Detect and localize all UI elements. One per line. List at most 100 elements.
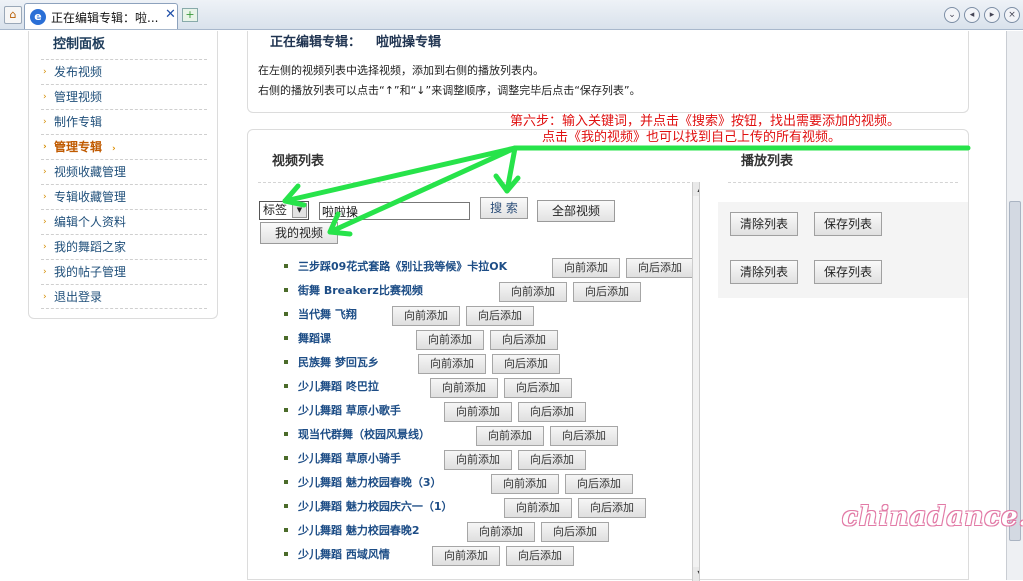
sidebar-item-manage-video[interactable]: › 管理视频 (41, 84, 207, 109)
sidebar-list: › 发布视频 › 管理视频 › 制作专辑 › 管理专辑 › › 视频收藏管理 › 专辑收藏管理… (41, 59, 207, 309)
watermark-logo: chinadance.cn (842, 502, 1023, 532)
save-playlist-button[interactable]: 保存列表 (814, 260, 882, 284)
add-front-button[interactable]: 向前添加 (392, 306, 460, 326)
add-back-button[interactable]: 向后添加 (504, 378, 572, 398)
search-type-select[interactable]: 标签 ▼ (259, 201, 309, 220)
bullet-icon (284, 528, 288, 532)
add-front-button[interactable]: 向前添加 (491, 474, 559, 494)
home-icon[interactable]: ⌂ (4, 6, 22, 24)
clear-playlist-button[interactable]: 清除列表 (730, 212, 798, 236)
bullet-icon (284, 432, 288, 436)
scroll-up-icon[interactable]: ▲ (693, 182, 699, 196)
sidebar-item-label: 专辑收藏管理 (54, 190, 127, 204)
add-front-button[interactable]: 向前添加 (418, 354, 486, 374)
video-list-item: 三步踩09花式套路《别让我等候》卡拉OK 向前添加 向后添加 (284, 258, 699, 280)
ie-icon: e (30, 9, 46, 25)
bullet-arrow-icon: › (43, 217, 47, 227)
chevron-down-icon[interactable]: ⌄ (944, 7, 960, 23)
video-title-link[interactable]: 少儿舞蹈 魅力校园春晚（3） (298, 474, 441, 490)
add-front-button[interactable]: 向前添加 (476, 426, 544, 446)
add-back-button[interactable]: 向后添加 (541, 522, 609, 542)
add-back-button[interactable]: 向后添加 (578, 498, 646, 518)
video-title-link[interactable]: 民族舞 梦回瓦乡 (298, 354, 379, 370)
bullet-arrow-icon: › (43, 67, 47, 77)
add-back-button[interactable]: 向后添加 (565, 474, 633, 494)
sidebar-item-my-dance-home[interactable]: › 我的舞蹈之家 (41, 234, 207, 259)
clear-playlist-button[interactable]: 清除列表 (730, 260, 798, 284)
sidebar-item-edit-profile[interactable]: › 编辑个人资料 (41, 209, 207, 234)
close-icon[interactable]: ✕ (165, 8, 177, 22)
sidebar-item-logout[interactable]: › 退出登录 (41, 284, 207, 309)
video-list-item: 少儿舞蹈 魅力校园春晚（3） 向前添加 向后添加 (284, 474, 699, 496)
video-title-link[interactable]: 街舞 Breakerz比赛视频 (298, 282, 423, 298)
video-title-link[interactable]: 少儿舞蹈 草原小歌手 (298, 402, 401, 418)
add-back-button[interactable]: 向后添加 (492, 354, 560, 374)
add-front-button[interactable]: 向前添加 (444, 402, 512, 422)
video-list-item: 少儿舞蹈 西域风情 向前添加 向后添加 (284, 546, 699, 568)
page-scrollbar[interactable] (1006, 31, 1023, 580)
album-edit-header: 正在编辑专辑： 啦啦操专辑 在左侧的视频列表中选择视频，添加到右侧的播放列表内。… (247, 31, 969, 113)
video-title-link[interactable]: 少儿舞蹈 魅力校园春晚2 (298, 522, 419, 538)
my-videos-button[interactable]: 我的视频 (260, 222, 338, 244)
bullet-icon (284, 456, 288, 460)
add-back-button[interactable]: 向后添加 (573, 282, 641, 302)
add-front-button[interactable]: 向前添加 (467, 522, 535, 542)
video-list-area[interactable]: 标签 ▼ 搜 索 全部视频 我的视频 三步踩09花式套路《别让我等候》卡拉OK 向前… (258, 182, 700, 581)
bullet-arrow-icon: › (43, 292, 47, 302)
forward-icon[interactable]: ▸ (984, 7, 1000, 23)
scrollbar-thumb[interactable] (1009, 201, 1021, 541)
all-videos-button[interactable]: 全部视频 (537, 200, 615, 222)
sidebar-item-publish-video[interactable]: › 发布视频 (41, 59, 207, 84)
close-window-icon[interactable]: × (1004, 7, 1020, 23)
browser-tab[interactable]: e 正在编辑专辑：啦... ✕ (24, 3, 178, 29)
add-front-button[interactable]: 向前添加 (499, 282, 567, 302)
add-front-button[interactable]: 向前添加 (504, 498, 572, 518)
add-back-button[interactable]: 向后添加 (518, 402, 586, 422)
video-title-link[interactable]: 少儿舞蹈 草原小骑手 (298, 450, 401, 466)
sidebar-item-video-favorites[interactable]: › 视频收藏管理 (41, 159, 207, 184)
add-back-button[interactable]: 向后添加 (466, 306, 534, 326)
add-front-button[interactable]: 向前添加 (432, 546, 500, 566)
keyword-input[interactable] (319, 202, 470, 220)
video-list-item: 舞蹈课 向前添加 向后添加 (284, 330, 699, 352)
sidebar-item-my-posts[interactable]: › 我的帖子管理 (41, 259, 207, 284)
sidebar-item-make-album[interactable]: › 制作专辑 (41, 109, 207, 134)
video-list-item: 少儿舞蹈 草原小歌手 向前添加 向后添加 (284, 402, 699, 424)
new-tab-icon[interactable]: + (182, 8, 198, 22)
add-back-button[interactable]: 向后添加 (518, 450, 586, 470)
search-button[interactable]: 搜 索 (480, 197, 528, 219)
sidebar-item-label: 管理视频 (54, 90, 103, 104)
add-front-button[interactable]: 向前添加 (444, 450, 512, 470)
bullet-arrow-icon: › (43, 167, 47, 177)
playlist-title: 播放列表 (741, 154, 794, 169)
add-back-button[interactable]: 向后添加 (506, 546, 574, 566)
video-title-link[interactable]: 少儿舞蹈 咚巴拉 (298, 378, 379, 394)
video-title-link[interactable]: 少儿舞蹈 西域风情 (298, 546, 390, 562)
bullet-arrow-icon: › (43, 142, 47, 152)
back-icon[interactable]: ◂ (964, 7, 980, 23)
add-back-button[interactable]: 向后添加 (490, 330, 558, 350)
chevron-down-icon[interactable]: ▼ (292, 203, 307, 218)
divider (728, 182, 958, 183)
tab-title: 正在编辑专辑：啦... (51, 11, 159, 25)
save-playlist-button[interactable]: 保存列表 (814, 212, 882, 236)
sidebar-item-album-favorites[interactable]: › 专辑收藏管理 (41, 184, 207, 209)
sidebar-item-manage-album[interactable]: › 管理专辑 › (41, 134, 207, 159)
video-title-link[interactable]: 当代舞 飞翔 (298, 306, 357, 322)
video-title-link[interactable]: 舞蹈课 (298, 330, 331, 346)
add-back-button[interactable]: 向后添加 (550, 426, 618, 446)
video-title-link[interactable]: 现当代群舞（校园风景线） (298, 426, 430, 442)
scroll-down-icon[interactable]: ▼ (693, 567, 699, 581)
add-front-button[interactable]: 向前添加 (416, 330, 484, 350)
bullet-arrow-icon: › (43, 242, 47, 252)
add-back-button[interactable]: 向后添加 (626, 258, 694, 278)
video-title-link[interactable]: 少儿舞蹈 魅力校园庆六一（1） (298, 498, 452, 514)
video-list-scrollbar[interactable]: ▲ ▼ (692, 182, 699, 581)
add-front-button[interactable]: 向前添加 (430, 378, 498, 398)
video-title-link[interactable]: 三步踩09花式套路《别让我等候》卡拉OK (298, 258, 507, 274)
bullet-icon (284, 552, 288, 556)
bullet-icon (284, 504, 288, 508)
sidebar-title: 控制面板 (53, 37, 106, 52)
add-front-button[interactable]: 向前添加 (552, 258, 620, 278)
video-list-item: 少儿舞蹈 魅力校园春晚2 向前添加 向后添加 (284, 522, 699, 544)
